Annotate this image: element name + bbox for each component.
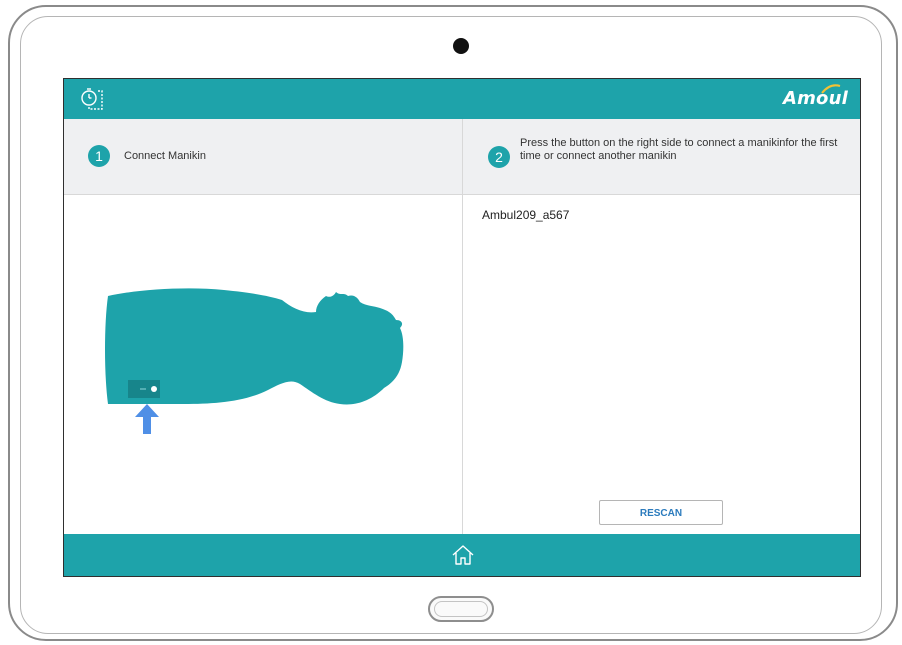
step-1-badge: 1 <box>88 145 110 167</box>
manikin-illustration <box>105 288 404 434</box>
bottom-bar <box>64 534 860 576</box>
step-1-label: Connect Manikin <box>124 150 206 162</box>
column-divider <box>462 119 463 534</box>
step-2-badge: 2 <box>488 146 510 168</box>
top-bar: Amoul <box>64 79 860 119</box>
hardware-home-button[interactable] <box>428 596 494 622</box>
device-list-item[interactable]: Ambul209_a567 <box>482 208 569 222</box>
brand-swoosh-icon <box>821 84 841 94</box>
rescan-button[interactable]: RESCAN <box>599 500 723 525</box>
arrow-up-icon <box>135 404 159 434</box>
home-icon[interactable] <box>450 542 476 568</box>
stopwatch-icon[interactable] <box>78 85 106 113</box>
step-2-instructions: Press the button on the right side to co… <box>520 137 838 162</box>
app-screen: Amoul 1 Connect Manikin 2 Press the butt… <box>63 78 861 577</box>
front-camera <box>453 38 469 54</box>
